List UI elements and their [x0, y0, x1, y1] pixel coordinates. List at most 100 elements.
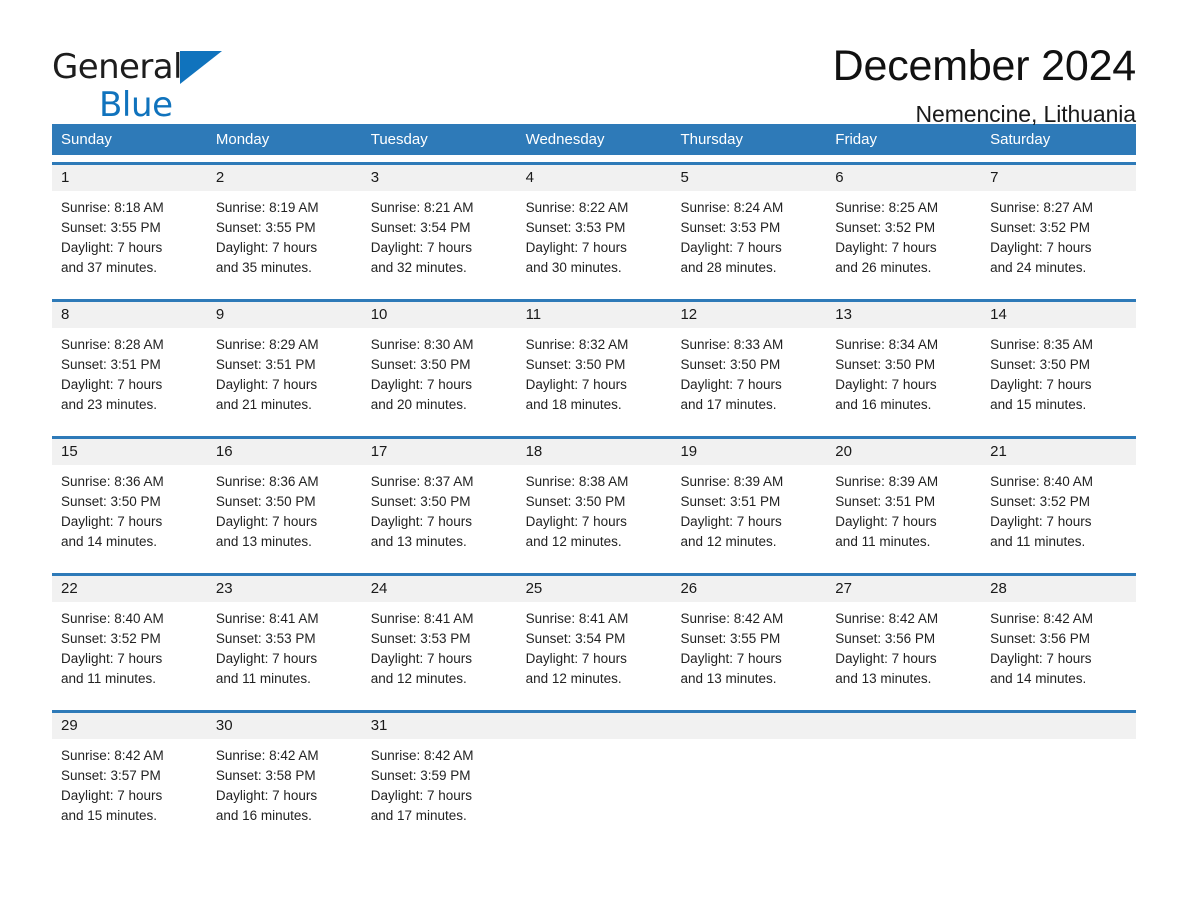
day-number[interactable]: 22 [52, 576, 207, 602]
day-cell[interactable]: Sunrise: 8:32 AM Sunset: 3:50 PM Dayligh… [517, 335, 672, 429]
day-cell[interactable]: Sunrise: 8:40 AM Sunset: 3:52 PM Dayligh… [981, 472, 1136, 566]
daylight-text-line2: and 15 minutes. [61, 808, 158, 823]
day-cell[interactable]: Sunrise: 8:37 AM Sunset: 3:50 PM Dayligh… [362, 472, 517, 566]
day-number[interactable]: 2 [207, 165, 362, 191]
day-cell[interactable]: Sunrise: 8:34 AM Sunset: 3:50 PM Dayligh… [826, 335, 981, 429]
daylight-text-line2: and 35 minutes. [215, 260, 312, 275]
daylight-text-line2: and 20 minutes. [370, 397, 467, 412]
day-cell[interactable]: Sunrise: 8:19 AM Sunset: 3:55 PM Dayligh… [207, 198, 362, 292]
daylight-text-line2: and 21 minutes. [215, 397, 312, 412]
daylight-text-line1: Daylight: 7 hours [61, 377, 163, 392]
day-number[interactable]: 5 [671, 165, 826, 191]
day-cell[interactable]: Sunrise: 8:30 AM Sunset: 3:50 PM Dayligh… [362, 335, 517, 429]
day-number[interactable]: 23 [207, 576, 362, 602]
daylight-text-line1: Daylight: 7 hours [835, 651, 937, 666]
daylight-text-line2: and 13 minutes. [215, 534, 312, 549]
day-cell[interactable]: Sunrise: 8:35 AM Sunset: 3:50 PM Dayligh… [981, 335, 1136, 429]
day-number[interactable]: 9 [207, 302, 362, 328]
daylight-text-line1: Daylight: 7 hours [215, 377, 318, 392]
day-cell[interactable]: Sunrise: 8:38 AM Sunset: 3:50 PM Dayligh… [517, 472, 672, 566]
weekday-friday: Friday [835, 131, 877, 148]
day-number-empty [517, 713, 672, 739]
sunrise-text: Sunrise: 8:19 AM [215, 200, 319, 215]
sunrise-text: Sunrise: 8:40 AM [61, 611, 164, 626]
sunrise-text: Sunrise: 8:30 AM [370, 337, 474, 352]
sunrise-text: Sunrise: 8:41 AM [215, 611, 319, 626]
sunrise-text: Sunrise: 8:34 AM [835, 337, 939, 352]
day-number[interactable]: 29 [52, 713, 207, 739]
day-number[interactable]: 8 [52, 302, 207, 328]
daylight-text-line1: Daylight: 7 hours [61, 240, 163, 255]
week-daynumber-band: 29 30 31 [52, 713, 1136, 739]
day-number[interactable]: 20 [826, 439, 981, 465]
day-number[interactable]: 31 [362, 713, 517, 739]
day-number[interactable]: 12 [671, 302, 826, 328]
day-number[interactable]: 18 [517, 439, 672, 465]
day-cell[interactable]: Sunrise: 8:22 AM Sunset: 3:53 PM Dayligh… [517, 198, 672, 292]
day-number[interactable]: 3 [362, 165, 517, 191]
day-cell[interactable]: Sunrise: 8:27 AM Sunset: 3:52 PM Dayligh… [981, 198, 1136, 292]
day-number[interactable]: 30 [207, 713, 362, 739]
day-number[interactable]: 14 [981, 302, 1136, 328]
sunrise-text: Sunrise: 8:41 AM [525, 611, 629, 626]
day-number[interactable]: 4 [517, 165, 672, 191]
logo-text-general: General [52, 47, 182, 87]
day-cell[interactable]: Sunrise: 8:33 AM Sunset: 3:50 PM Dayligh… [671, 335, 826, 429]
day-number[interactable]: 16 [207, 439, 362, 465]
day-cell-empty [517, 746, 672, 840]
day-cell[interactable]: Sunrise: 8:42 AM Sunset: 3:55 PM Dayligh… [671, 609, 826, 703]
weekday-thursday: Thursday [680, 131, 743, 148]
day-cell-empty [826, 746, 981, 840]
daylight-text-line1: Daylight: 7 hours [525, 377, 627, 392]
generalblue-logo[interactable]: General Blue [52, 44, 252, 122]
calendar-grid: Sunday Monday Tuesday Wednesday Thursday… [52, 124, 1136, 840]
day-cell[interactable]: Sunrise: 8:42 AM Sunset: 3:56 PM Dayligh… [981, 609, 1136, 703]
day-number[interactable]: 24 [362, 576, 517, 602]
day-cell-empty [981, 746, 1136, 840]
day-number[interactable]: 27 [826, 576, 981, 602]
day-number-empty [671, 713, 826, 739]
sunrise-text: Sunrise: 8:27 AM [990, 200, 1093, 215]
daylight-text-line1: Daylight: 7 hours [835, 377, 937, 392]
day-number[interactable]: 17 [362, 439, 517, 465]
sunset-text: Sunset: 3:50 PM [370, 357, 471, 372]
day-cell[interactable]: Sunrise: 8:36 AM Sunset: 3:50 PM Dayligh… [207, 472, 362, 566]
day-number[interactable]: 6 [826, 165, 981, 191]
day-number[interactable]: 13 [826, 302, 981, 328]
day-cell[interactable]: Sunrise: 8:42 AM Sunset: 3:57 PM Dayligh… [52, 746, 207, 840]
day-number[interactable]: 25 [517, 576, 672, 602]
day-number[interactable]: 26 [671, 576, 826, 602]
day-number[interactable]: 11 [517, 302, 672, 328]
day-cell[interactable]: Sunrise: 8:21 AM Sunset: 3:54 PM Dayligh… [362, 198, 517, 292]
day-cell[interactable]: Sunrise: 8:24 AM Sunset: 3:53 PM Dayligh… [671, 198, 826, 292]
week-row: 8 9 10 11 12 13 14 Sunrise: 8:28 AM Suns… [52, 299, 1136, 429]
sunset-text: Sunset: 3:50 PM [525, 494, 626, 509]
day-cell[interactable]: Sunrise: 8:42 AM Sunset: 3:58 PM Dayligh… [207, 746, 362, 840]
day-cell[interactable]: Sunrise: 8:40 AM Sunset: 3:52 PM Dayligh… [52, 609, 207, 703]
day-number[interactable]: 15 [52, 439, 207, 465]
day-cell[interactable]: Sunrise: 8:41 AM Sunset: 3:54 PM Dayligh… [517, 609, 672, 703]
daylight-text-line2: and 15 minutes. [990, 397, 1087, 412]
day-number[interactable]: 7 [981, 165, 1136, 191]
day-cell[interactable]: Sunrise: 8:42 AM Sunset: 3:56 PM Dayligh… [826, 609, 981, 703]
daylight-text-line1: Daylight: 7 hours [370, 240, 473, 255]
day-number[interactable]: 10 [362, 302, 517, 328]
day-cell[interactable]: Sunrise: 8:41 AM Sunset: 3:53 PM Dayligh… [207, 609, 362, 703]
day-cell[interactable]: Sunrise: 8:25 AM Sunset: 3:52 PM Dayligh… [826, 198, 981, 292]
daylight-text-line1: Daylight: 7 hours [990, 514, 1092, 529]
day-cell[interactable]: Sunrise: 8:39 AM Sunset: 3:51 PM Dayligh… [826, 472, 981, 566]
day-number[interactable]: 19 [671, 439, 826, 465]
day-cell[interactable]: Sunrise: 8:36 AM Sunset: 3:50 PM Dayligh… [52, 472, 207, 566]
day-cell[interactable]: Sunrise: 8:39 AM Sunset: 3:51 PM Dayligh… [671, 472, 826, 566]
sunrise-text: Sunrise: 8:42 AM [835, 611, 939, 626]
day-cell[interactable]: Sunrise: 8:18 AM Sunset: 3:55 PM Dayligh… [52, 198, 207, 292]
day-number[interactable]: 28 [981, 576, 1136, 602]
day-cell[interactable]: Sunrise: 8:28 AM Sunset: 3:51 PM Dayligh… [52, 335, 207, 429]
sunset-text: Sunset: 3:57 PM [61, 768, 161, 783]
day-cell[interactable]: Sunrise: 8:42 AM Sunset: 3:59 PM Dayligh… [362, 746, 517, 840]
day-cell[interactable]: Sunrise: 8:41 AM Sunset: 3:53 PM Dayligh… [362, 609, 517, 703]
sunrise-text: Sunrise: 8:42 AM [370, 748, 474, 763]
day-cell[interactable]: Sunrise: 8:29 AM Sunset: 3:51 PM Dayligh… [207, 335, 362, 429]
day-number[interactable]: 21 [981, 439, 1136, 465]
day-number[interactable]: 1 [52, 165, 207, 191]
